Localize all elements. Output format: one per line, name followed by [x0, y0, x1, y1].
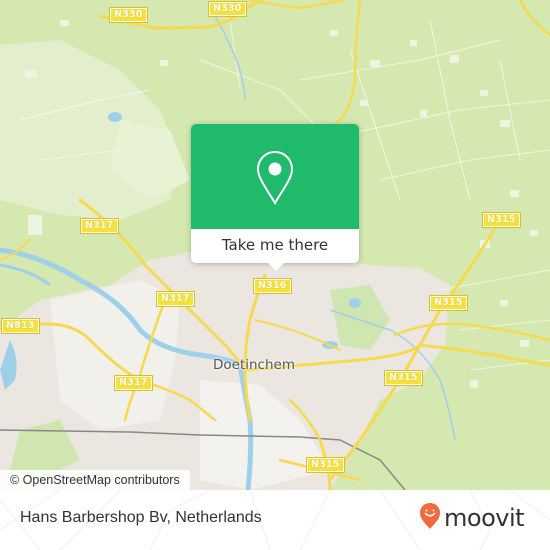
- map-attribution[interactable]: © OpenStreetMap contributors: [0, 470, 190, 490]
- map-view[interactable]: N330 N330 N317 N317 N317 N813 N316 N315 …: [0, 0, 550, 490]
- road-shield-n317: N317: [156, 291, 195, 307]
- road-shield-n315: N315: [306, 457, 345, 473]
- road-shield-n317: N317: [80, 218, 119, 234]
- road-shield-n315: N315: [384, 370, 423, 386]
- moovit-logo[interactable]: moovit: [419, 502, 525, 534]
- road-local: [518, 0, 550, 37]
- road-shield-n316: N316: [253, 278, 292, 294]
- canal: [0, 263, 51, 287]
- popup-header: [191, 124, 359, 229]
- pond: [349, 298, 361, 308]
- road-shield-n317: N317: [114, 375, 153, 391]
- brand-name: moovit: [444, 504, 525, 532]
- city-label: Doetinchem: [213, 357, 295, 373]
- road-shield-n330: N330: [109, 7, 148, 23]
- place-name: Hans Barbershop Bv, Netherlands: [20, 509, 262, 526]
- location-popup: Take me there: [191, 124, 359, 271]
- road-shield-n315: N315: [482, 212, 521, 228]
- road-shield-n813: N813: [1, 318, 40, 334]
- forest-area: [440, 400, 550, 490]
- take-me-there-button[interactable]: Take me there: [191, 229, 359, 263]
- road-local: [333, 0, 362, 127]
- popup-pointer: [267, 262, 285, 271]
- road-shield-n315: N315: [429, 295, 468, 311]
- road-n330: [248, 0, 347, 10]
- road-shield-n330: N330: [208, 1, 247, 17]
- footer-bar: Hans Barbershop Bv, Netherlands moovit: [0, 490, 550, 550]
- lake: [108, 112, 122, 122]
- moovit-smile-pin-icon: [419, 502, 441, 534]
